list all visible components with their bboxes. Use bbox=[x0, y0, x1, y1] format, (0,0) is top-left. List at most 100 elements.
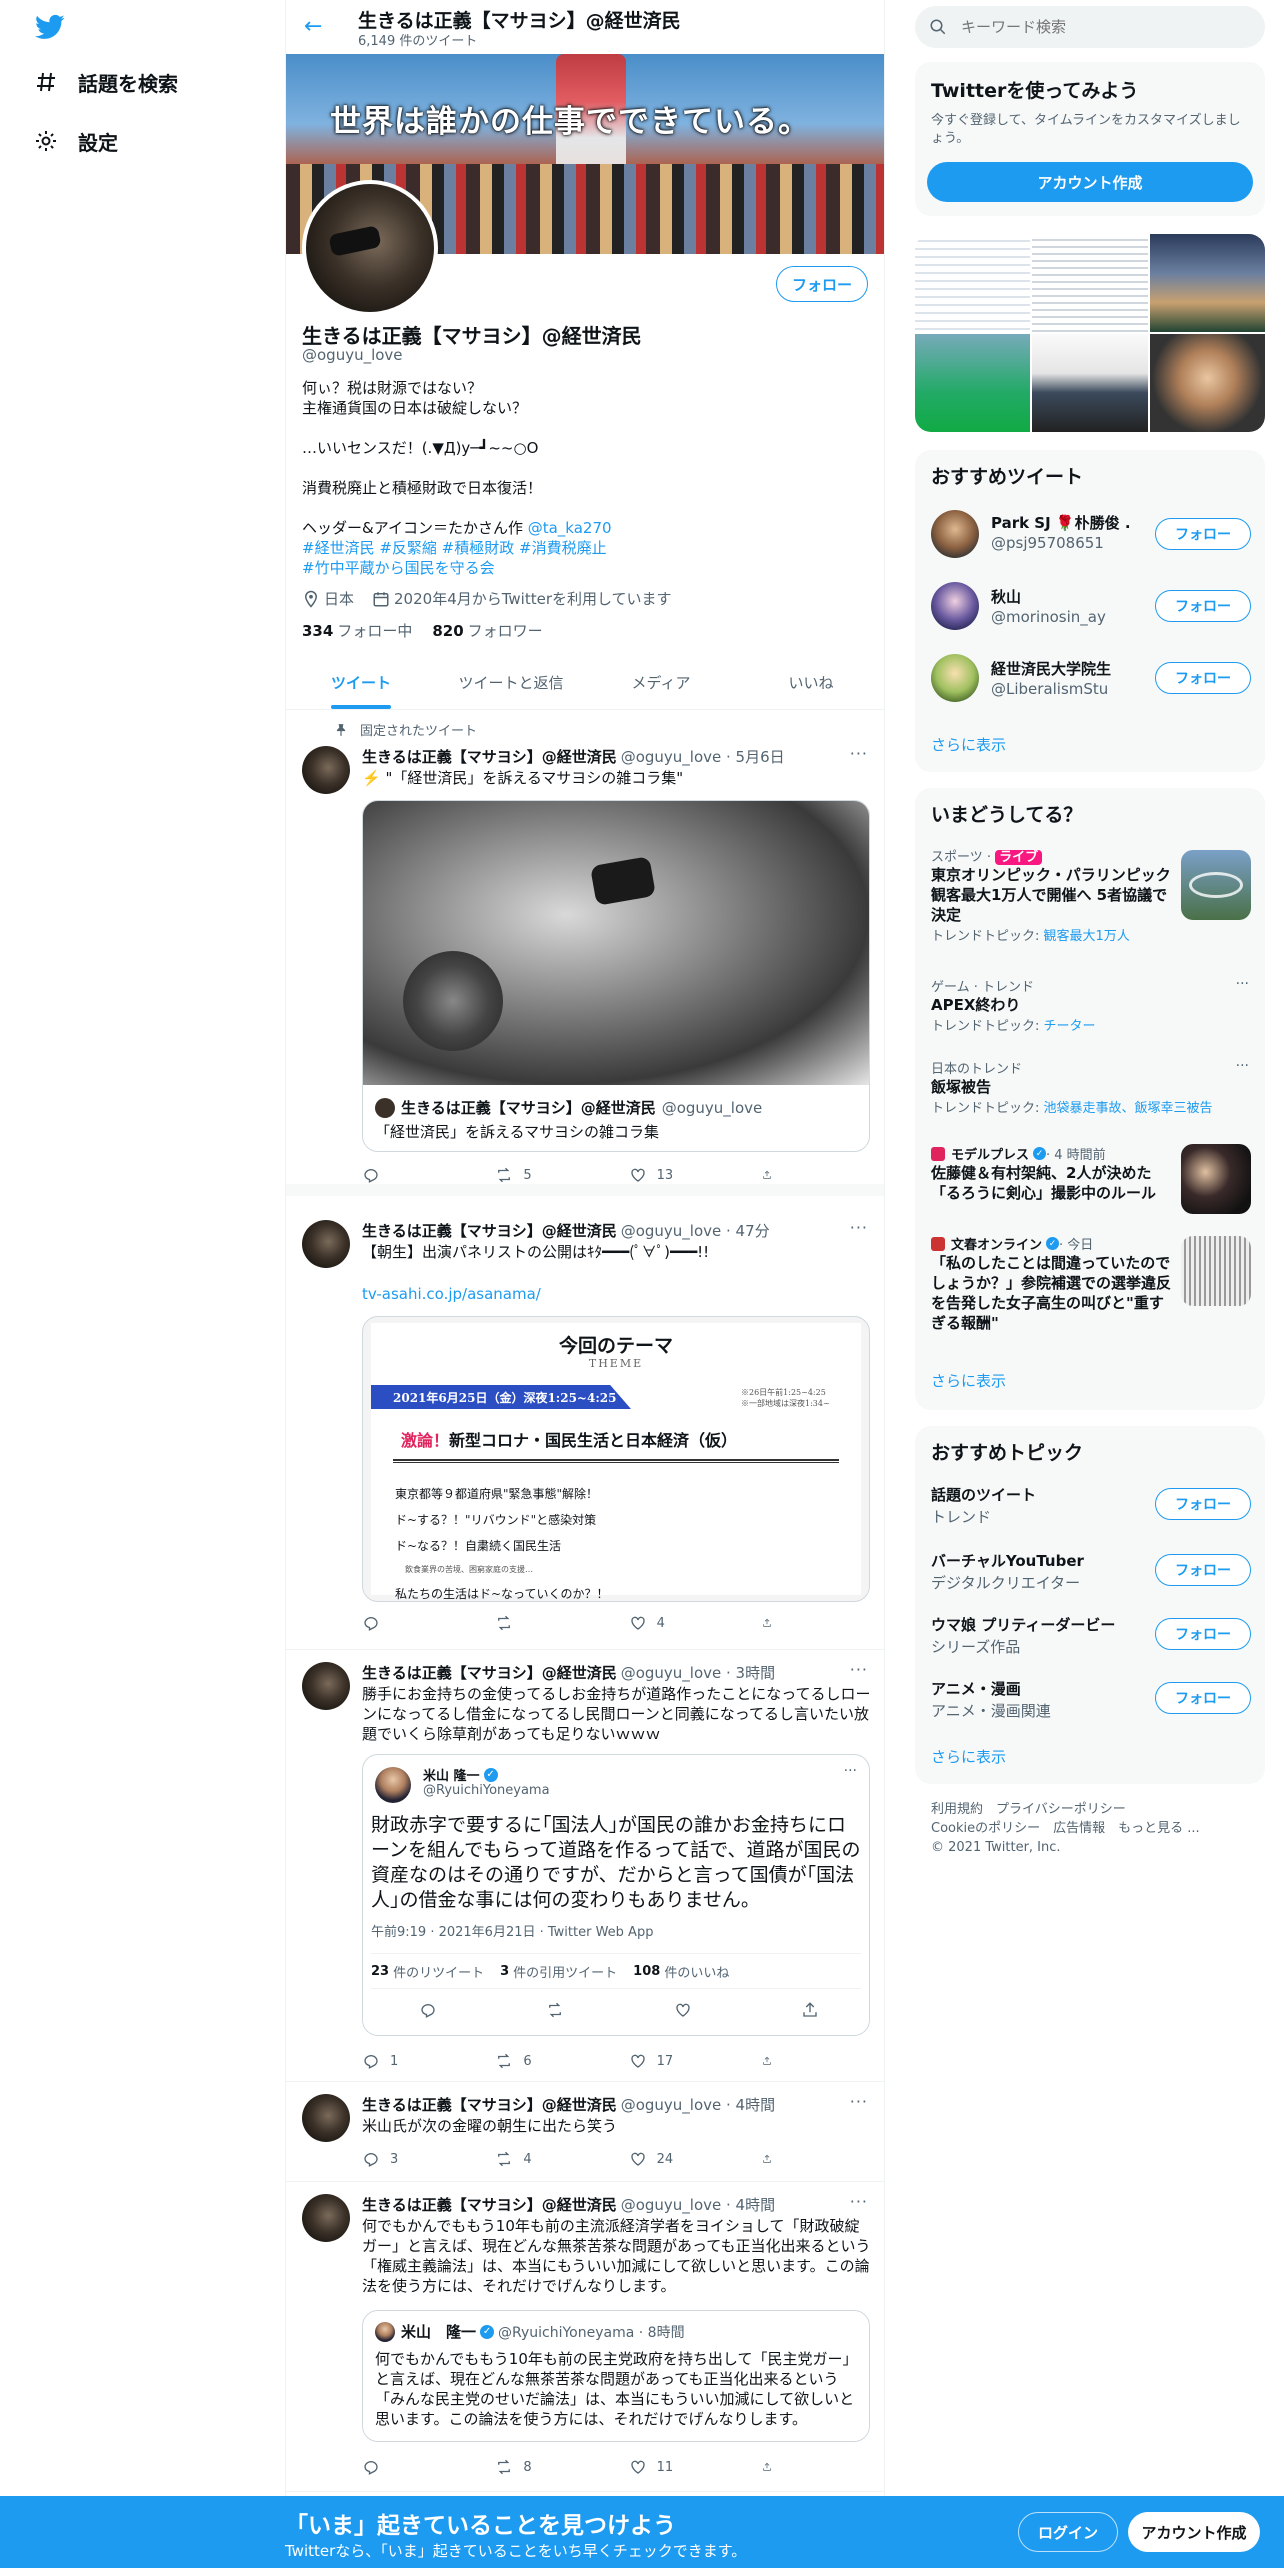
footer-links[interactable]: Cookieのポリシー 広告情報 もっと見る ... bbox=[931, 1819, 1251, 1838]
search-box[interactable] bbox=[915, 6, 1265, 48]
like-button[interactable]: 11 bbox=[629, 2458, 729, 2476]
retweet-button[interactable]: 6 bbox=[495, 2052, 595, 2070]
footer-links[interactable]: 利用規約 プライバシーポリシー bbox=[931, 1800, 1251, 1819]
tweet-avatar[interactable] bbox=[302, 746, 350, 794]
topic-title[interactable]: 話題のツイート bbox=[931, 1484, 1036, 1505]
tweet-avatar[interactable] bbox=[302, 2094, 350, 2142]
retweet-button[interactable]: 5 bbox=[495, 1166, 595, 1184]
follow-button[interactable]: フォロー bbox=[1155, 518, 1251, 550]
more-icon[interactable]: ··· bbox=[850, 2192, 868, 2211]
follow-button[interactable]: フォロー bbox=[1155, 662, 1251, 694]
more-icon[interactable]: ··· bbox=[1236, 1058, 1249, 1074]
tweet-author[interactable]: 生きるは正義【マサヨシ】@経世済民 bbox=[362, 1662, 617, 1683]
tweet-avatar[interactable] bbox=[302, 1662, 350, 1710]
following-link[interactable]: 334 フォロー中 bbox=[302, 620, 412, 641]
tweet-author[interactable]: 生きるは正義【マサヨシ】@経世済民 bbox=[362, 2094, 617, 2115]
twitter-logo-icon[interactable] bbox=[32, 12, 68, 42]
nav-settings[interactable]: 設定 bbox=[34, 121, 118, 161]
topic-follow-button[interactable]: フォロー bbox=[1155, 1554, 1251, 1586]
who-show-more[interactable]: さらに表示 bbox=[931, 734, 1006, 755]
share-button[interactable] bbox=[762, 1166, 782, 1184]
tweet-author[interactable]: 生きるは正義【マサヨシ】@経世済民 bbox=[362, 1220, 617, 1241]
more-icon[interactable]: ··· bbox=[850, 744, 868, 763]
topics-show-more[interactable]: さらに表示 bbox=[931, 1746, 1006, 1767]
share-button[interactable] bbox=[762, 2052, 782, 2070]
user-name[interactable]: Park SJ 🌹朴勝俊 ... bbox=[991, 512, 1131, 533]
media-thumb[interactable] bbox=[1032, 234, 1148, 332]
tab-likes[interactable]: いいね bbox=[736, 656, 884, 709]
share-button[interactable] bbox=[762, 2458, 782, 2476]
reply-icon[interactable] bbox=[419, 2001, 437, 2019]
tab-media[interactable]: メディア bbox=[586, 656, 736, 709]
moment-card[interactable]: 生きるは正義【マサヨシ】@経世済民 @oguyu_love 「経世済民」を訴える… bbox=[362, 800, 870, 1152]
reply-button[interactable]: 3 bbox=[362, 2150, 462, 2168]
like-button[interactable]: 24 bbox=[629, 2150, 729, 2168]
quoted-tweet[interactable]: 米山 隆一 ✓ @RyuichiYoneyama · 8時間 何でもかんでももう… bbox=[362, 2310, 870, 2442]
share-button[interactable] bbox=[762, 1614, 782, 1632]
signup-button[interactable]: アカウント作成 bbox=[927, 162, 1253, 202]
retweet-button[interactable]: 8 bbox=[495, 2458, 595, 2476]
tweet[interactable]: 生きるは正義【マサヨシ】@経世済民 @oguyu_love · 47分 ··· 【… bbox=[286, 1208, 884, 1650]
media-thumb[interactable] bbox=[1149, 334, 1265, 432]
bottom-signup-button[interactable]: アカウント作成 bbox=[1128, 2512, 1260, 2552]
share-icon[interactable] bbox=[801, 2001, 819, 2019]
profile-follow-button[interactable]: フォロー bbox=[776, 266, 868, 302]
more-icon[interactable]: ··· bbox=[850, 2092, 868, 2111]
topic-follow-button[interactable]: フォロー bbox=[1155, 1682, 1251, 1714]
tweet-author[interactable]: 生きるは正義【マサヨシ】@経世済民 bbox=[362, 2194, 617, 2215]
user-avatar[interactable] bbox=[931, 654, 979, 702]
like-button[interactable]: 4 bbox=[629, 1614, 729, 1632]
link-card[interactable]: 今回のテーマ THEME 2021年6月25日（金）深夜1:25~4:25 ※2… bbox=[362, 1316, 870, 1602]
retweet-icon[interactable] bbox=[546, 2001, 564, 2019]
heart-icon[interactable] bbox=[674, 2001, 692, 2019]
more-icon[interactable]: ··· bbox=[850, 1218, 868, 1237]
media-thumb[interactable] bbox=[915, 334, 1031, 432]
topic-title[interactable]: ウマ娘 プリティーダービー bbox=[931, 1614, 1115, 1635]
tweet-link[interactable]: tv-asahi.co.jp/asanama/ bbox=[362, 1284, 872, 1304]
tweet-avatar[interactable] bbox=[302, 2194, 350, 2242]
follow-button[interactable]: フォロー bbox=[1155, 590, 1251, 622]
nav-explore[interactable]: 話題を検索 bbox=[34, 62, 178, 102]
user-name[interactable]: 経世済民大学院生 bbox=[991, 658, 1111, 679]
followers-link[interactable]: 820 フォロワー bbox=[432, 620, 542, 641]
bio-mention-link[interactable]: @ta_ka270 bbox=[528, 519, 612, 537]
topic-title[interactable]: アニメ・漫画 bbox=[931, 1678, 1021, 1699]
tweet[interactable]: 生きるは正義【マサヨシ】@経世済民 @oguyu_love · 3時間 ··· 勝… bbox=[286, 1650, 884, 2082]
topic-follow-button[interactable]: フォロー bbox=[1155, 1488, 1251, 1520]
tweet-avatar[interactable] bbox=[302, 1220, 350, 1268]
bio-hashtags[interactable]: #経世済民 #反緊縮 #積極財政 #消費税廃止 bbox=[302, 538, 862, 558]
tab-tweets-replies[interactable]: ツイートと返信 bbox=[436, 656, 586, 709]
media-thumb[interactable] bbox=[915, 234, 1031, 332]
reply-button[interactable] bbox=[362, 2458, 462, 2476]
tweet-author[interactable]: 生きるは正義【マサヨシ】@経世済民 bbox=[362, 746, 617, 767]
quoted-tweet[interactable]: 米山 隆一 ✓ @RyuichiYoneyama ··· 財政赤字で要するに｢国法… bbox=[362, 1754, 870, 2036]
trends-show-more[interactable]: さらに表示 bbox=[931, 1370, 1006, 1391]
reply-button[interactable]: 1 bbox=[362, 2052, 462, 2070]
media-thumb[interactable] bbox=[1032, 334, 1148, 432]
share-button[interactable] bbox=[762, 2150, 782, 2168]
search-input[interactable] bbox=[961, 18, 1241, 36]
like-button[interactable]: 17 bbox=[629, 2052, 729, 2070]
more-icon[interactable]: ··· bbox=[844, 1763, 857, 1779]
media-thumb[interactable] bbox=[1149, 234, 1265, 332]
retweet-button[interactable] bbox=[495, 1614, 595, 1632]
trend-item[interactable]: 日本のトレンド 飯塚被告 トレンドトピック: 池袋暴走事故、飯塚幸三被告 bbox=[931, 1058, 1251, 1116]
profile-avatar[interactable] bbox=[302, 180, 438, 316]
back-arrow-icon[interactable]: ← bbox=[304, 16, 326, 38]
topic-title[interactable]: バーチャルYouTuber bbox=[931, 1550, 1084, 1571]
tweet[interactable]: 生きるは正義【マサヨシ】@経世済民 @oguyu_love · 4時間 ··· 米… bbox=[286, 2082, 884, 2182]
trend-sub-link[interactable]: 池袋暴走事故、飯塚幸三被告 bbox=[1044, 1101, 1213, 1116]
topic-follow-button[interactable]: フォロー bbox=[1155, 1618, 1251, 1650]
trend-item[interactable]: ゲーム · トレンド APEX終わり トレンドトピック: チーター bbox=[931, 976, 1251, 1034]
trend-sub-link[interactable]: 観客最大1万人 bbox=[1044, 929, 1130, 944]
tweet[interactable]: 生きるは正義【マサヨシ】@経世済民 @oguyu_love · 4時間 ··· 何… bbox=[286, 2182, 884, 2492]
more-icon[interactable]: ··· bbox=[1236, 976, 1249, 992]
tab-tweets[interactable]: ツイート bbox=[286, 656, 436, 709]
like-button[interactable]: 13 bbox=[629, 1166, 729, 1184]
user-name[interactable]: 秋山 bbox=[991, 586, 1021, 607]
media-grid[interactable] bbox=[915, 234, 1265, 432]
login-button[interactable]: ログイン bbox=[1018, 2512, 1118, 2552]
trend-sub-link[interactable]: チーター bbox=[1044, 1019, 1096, 1034]
reply-button[interactable] bbox=[362, 1614, 462, 1632]
user-avatar[interactable] bbox=[931, 582, 979, 630]
